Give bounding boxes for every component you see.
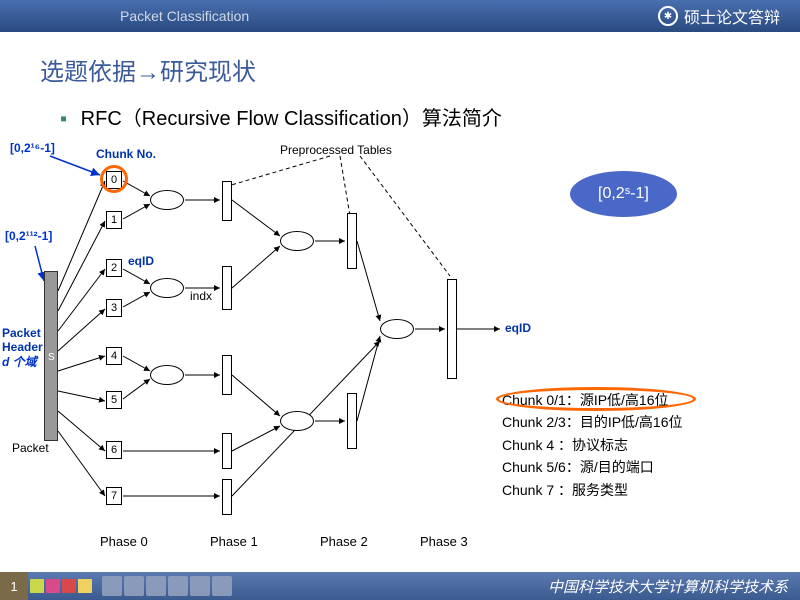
slide-title: 选题依据→研究现状 <box>0 32 800 97</box>
chunk-4: 4 <box>106 347 122 365</box>
footer-icons <box>102 576 232 596</box>
phase-3: Phase 3 <box>420 534 468 549</box>
ellipse-p0-0 <box>150 190 184 210</box>
ellipse-p0-2 <box>150 365 184 385</box>
logo-icon: ✱ <box>658 6 678 26</box>
table-p2 <box>447 279 457 379</box>
table-p1-1 <box>347 393 357 449</box>
preprocessed-label: Preprocessed Tables <box>280 143 392 157</box>
chunk-6: 6 <box>106 441 122 459</box>
footer-icon <box>146 576 166 596</box>
range-left-label: [0,2¹¹²-1] <box>5 229 52 243</box>
phase-2: Phase 2 <box>320 534 368 549</box>
footer: 1 中国科学技术大学计算机科学技术系 <box>0 572 800 600</box>
footer-org: 中国科学技术大学计算机科学技术系 <box>548 576 800 597</box>
indx-label: indx <box>190 289 212 303</box>
table-p0-2 <box>222 355 232 395</box>
legend-2: Chunk 4 ：协议标志 <box>502 434 683 456</box>
table-p0-1 <box>222 266 232 310</box>
footer-sq-2 <box>46 579 60 593</box>
ellipse-p1-1 <box>280 411 314 431</box>
phase-0: Phase 0 <box>100 534 148 549</box>
table-p0-4 <box>222 479 232 515</box>
chunk-5: 5 <box>106 391 122 409</box>
ellipse-p2 <box>380 319 414 339</box>
chunk-3: 3 <box>106 299 122 317</box>
ellipse-p0-1 <box>150 278 184 298</box>
footer-icon <box>190 576 210 596</box>
footer-sq-4 <box>78 579 92 593</box>
chunk-2: 2 <box>106 259 122 277</box>
eqid-out-label: eqID <box>505 321 531 335</box>
legend-3: Chunk 5/6：源/目的端口 <box>502 456 683 478</box>
legend-1: Chunk 2/3：目的IP低/高16位 <box>502 411 683 433</box>
bullet-icon: ▪ <box>60 108 67 130</box>
slide-subtitle: ▪ RFC（Recursive Flow Classification）算法简介 <box>0 97 800 141</box>
diagram: [0,2¹⁶-1] Chunk No. [0,2¹¹²-1] Packet He… <box>0 141 800 571</box>
chunk-1: 1 <box>106 211 122 229</box>
packet-label: Packet <box>12 441 49 455</box>
footer-icon <box>168 576 188 596</box>
ellipse-p1-0 <box>280 231 314 251</box>
footer-icon <box>102 576 122 596</box>
blue-oval: [0,2ˢ-1] <box>570 171 677 217</box>
chunk-0-highlight <box>100 165 128 193</box>
packet-box: S <box>44 271 58 441</box>
topbar-right-text: 硕士论文答辩 <box>684 4 780 28</box>
footer-icon <box>124 576 144 596</box>
legend-highlight <box>496 387 696 411</box>
table-p0-0 <box>222 181 232 221</box>
page-number: 1 <box>0 572 28 600</box>
table-p0-3 <box>222 433 232 469</box>
top-bar: Packet Classification ✱ 硕士论文答辩 <box>0 0 800 32</box>
footer-sq-1 <box>30 579 44 593</box>
phase-1: Phase 1 <box>210 534 258 549</box>
chunk-legend: Chunk 0/1：源IP低/高16位 Chunk 2/3：目的IP低/高16位… <box>502 389 683 501</box>
eqid-label: eqID <box>128 254 154 268</box>
chunk-no-label: Chunk No. <box>96 147 156 161</box>
chunk-7: 7 <box>106 487 122 505</box>
legend-4: Chunk 7 ：服务类型 <box>502 479 683 501</box>
table-p1-0 <box>347 213 357 269</box>
footer-icon <box>212 576 232 596</box>
footer-sq-3 <box>62 579 76 593</box>
topbar-right: ✱ 硕士论文答辩 <box>658 4 780 28</box>
topbar-left-text: Packet Classification <box>120 8 249 24</box>
subtitle-text: RFC（Recursive Flow Classification）算法简介 <box>81 108 502 130</box>
range-top-label: [0,2¹⁶-1] <box>10 141 55 155</box>
